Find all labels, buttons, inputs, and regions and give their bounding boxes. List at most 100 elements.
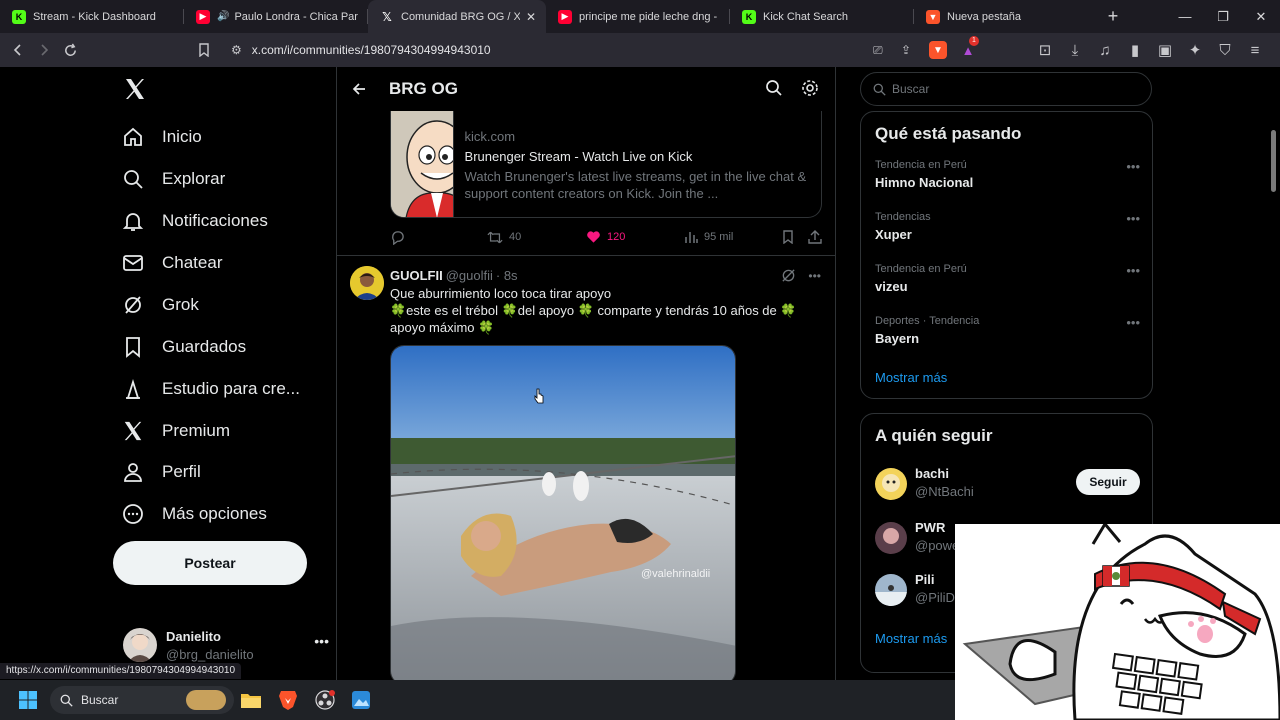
follow-show-more-link[interactable]: Mostrar más <box>875 631 947 646</box>
nav-item-grok[interactable]: Grok <box>113 285 199 325</box>
retweet-button[interactable]: 40 <box>487 230 521 245</box>
trend-item[interactable]: Tendencias Xuper ••• <box>875 211 1140 242</box>
gear-icon[interactable] <box>801 79 819 97</box>
tab-search-icon[interactable]: ⊡ <box>1032 37 1058 63</box>
trend-item[interactable]: Tendencia en Perú Himno Nacional ••• <box>875 159 1140 190</box>
follow-handle: @NtBachi <box>915 484 974 499</box>
photos-app-icon[interactable] <box>349 688 373 712</box>
tweet-divider <box>337 255 835 256</box>
nav-item-inicio[interactable]: Inicio <box>113 117 202 157</box>
maximize-icon[interactable]: ❐ <box>1204 0 1242 33</box>
taskbar-search-input[interactable]: Buscar <box>50 686 234 714</box>
tab-youtube-paulo-londra[interactable]: ▶ 🔊 Paulo Londra - Chica Paranormal <box>184 0 368 33</box>
forward-arrow-icon[interactable] <box>31 37 57 63</box>
follow-handle: @powe <box>915 538 960 553</box>
avatar <box>875 522 907 554</box>
vpn-shield-icon[interactable]: ⛉ <box>1212 37 1238 63</box>
site-settings-icon[interactable]: ⚙ <box>231 43 242 57</box>
more-icon[interactable]: ••• <box>808 269 821 283</box>
link-preview-card[interactable]: kick.com Brunenger Stream - Watch Live o… <box>390 111 822 218</box>
views-button[interactable]: 95 mil <box>684 230 733 244</box>
avatar <box>123 628 157 662</box>
author-name[interactable]: GUOLFII <box>390 268 443 283</box>
toolbar-right-icons: ⊡ ⤓ ♫ ▮ ▣ ✦ ⛉ ≡ <box>1032 33 1268 67</box>
nav-item-notificaciones[interactable]: Notificaciones <box>113 201 268 241</box>
nav-item-premium[interactable]: Premium <box>113 411 230 451</box>
more-icon[interactable]: ••• <box>1126 159 1140 174</box>
trend-topic: Xuper <box>875 227 912 242</box>
nav-item-estudio[interactable]: Estudio para cre... <box>113 369 300 409</box>
leo-ai-icon[interactable]: ✦ <box>1182 37 1208 63</box>
menu-icon[interactable]: ≡ <box>1242 37 1268 63</box>
tweet-video[interactable]: @valehrinaldii <box>390 345 736 680</box>
close-window-icon[interactable]: ✕ <box>1242 0 1280 33</box>
cast-icon[interactable]: ⎚ <box>873 43 883 58</box>
x-logo-icon[interactable] <box>123 77 149 103</box>
tab-kick-dashboard[interactable]: K Stream - Kick Dashboard <box>0 0 184 33</box>
nav-item-perfil[interactable]: Perfil <box>113 452 201 492</box>
tweet-time[interactable]: · 8s <box>496 268 518 283</box>
brave-shields-icon[interactable]: ▼ <box>929 41 947 59</box>
more-icon[interactable]: ••• <box>1126 315 1140 330</box>
like-button[interactable]: 120 <box>586 230 625 244</box>
more-icon[interactable]: ••• <box>314 633 329 649</box>
nav-item-mas-opciones[interactable]: Más opciones <box>113 494 267 534</box>
trend-item[interactable]: Deportes · Tendencia Bayern ••• <box>875 315 1140 346</box>
tab-nueva-pestana[interactable]: ▼ Nueva pestaña <box>914 0 1098 33</box>
brave-browser-icon[interactable] <box>276 688 300 712</box>
close-tab-icon[interactable]: ✕ <box>526 10 536 24</box>
heart-filled-icon <box>587 231 600 243</box>
back-arrow-icon[interactable] <box>345 81 373 97</box>
account-switcher[interactable]: Danielito @brg_danielito ••• <box>123 623 329 667</box>
follow-button[interactable]: Seguir <box>1076 469 1140 495</box>
avatar[interactable] <box>350 266 384 300</box>
audio-playing-icon[interactable]: 🔊 <box>217 11 229 22</box>
youtube-icon: ▶ <box>196 9 210 24</box>
avatar <box>875 574 907 606</box>
windows-start-icon[interactable] <box>16 688 40 712</box>
grok-explain-icon[interactable] <box>781 268 796 283</box>
browser-tab-bar: K Stream - Kick Dashboard ▶ 🔊 Paulo Lond… <box>0 0 1280 33</box>
bookmark-page-icon[interactable] <box>191 37 217 63</box>
author-handle[interactable]: @guolfii <box>446 268 493 283</box>
trend-item[interactable]: Tendencia en Perú vizeu ••• <box>875 263 1140 294</box>
media-icon[interactable]: ♫ <box>1092 37 1118 63</box>
reload-icon[interactable] <box>57 37 83 63</box>
tweet-action-bar: 40 120 95 mil <box>390 227 822 247</box>
new-tab-button[interactable]: + <box>1098 0 1128 33</box>
nav-label: Grok <box>162 295 199 314</box>
post-button[interactable]: Postear <box>113 541 307 585</box>
nav-item-chatear[interactable]: Chatear <box>113 243 222 283</box>
url-text[interactable]: x.com/i/communities/1980794304994943010 <box>252 43 491 57</box>
tweet-text: Que aburrimiento loco toca tirar apoyo 🍀… <box>390 285 810 336</box>
search-input[interactable]: Buscar <box>860 72 1152 106</box>
tab-youtube-principe[interactable]: ▶ principe me pide leche dng - YouTube <box>546 0 730 33</box>
minimize-icon[interactable]: — <box>1166 0 1204 33</box>
back-arrow-icon[interactable] <box>5 37 31 63</box>
page-scrollbar[interactable] <box>1271 130 1276 192</box>
nav-item-explorar[interactable]: Explorar <box>113 159 225 199</box>
follow-suggestion[interactable]: bachi @NtBachi Seguir <box>875 466 1140 506</box>
nav-item-guardados[interactable]: Guardados <box>113 327 246 367</box>
file-explorer-icon[interactable] <box>239 688 263 712</box>
follow-name: Pili <box>915 572 935 587</box>
more-icon[interactable]: ••• <box>1126 263 1140 278</box>
address-bar[interactable]: ⚙ x.com/i/communities/198079430499494301… <box>223 36 993 62</box>
tab-comunidad-brg[interactable]: 𝕏 Comunidad BRG OG / X ✕ <box>368 0 546 33</box>
share-icon[interactable]: ⇪ <box>901 43 911 57</box>
tweet-text-line: 🍀este es el trébol 🍀del apoyo 🍀 comparte… <box>390 303 797 335</box>
download-icon[interactable]: ⤓ <box>1062 37 1088 63</box>
obs-icon[interactable] <box>313 688 337 712</box>
window-controls: — ❐ ✕ <box>1166 0 1280 33</box>
sidebar-icon[interactable]: ▮ <box>1122 37 1148 63</box>
wallet-icon[interactable]: ▣ <box>1152 37 1178 63</box>
nav-label: Premium <box>162 421 231 440</box>
bookmark-tweet-button[interactable] <box>782 230 794 244</box>
reply-button[interactable] <box>390 230 405 245</box>
nav-label: Estudio para cre... <box>162 379 300 398</box>
tab-kick-chat-search[interactable]: K Kick Chat Search <box>730 0 914 33</box>
trends-show-more-link[interactable]: Mostrar más <box>875 370 947 385</box>
search-icon[interactable] <box>765 79 783 97</box>
share-tweet-button[interactable] <box>808 230 822 244</box>
more-icon[interactable]: ••• <box>1126 211 1140 226</box>
